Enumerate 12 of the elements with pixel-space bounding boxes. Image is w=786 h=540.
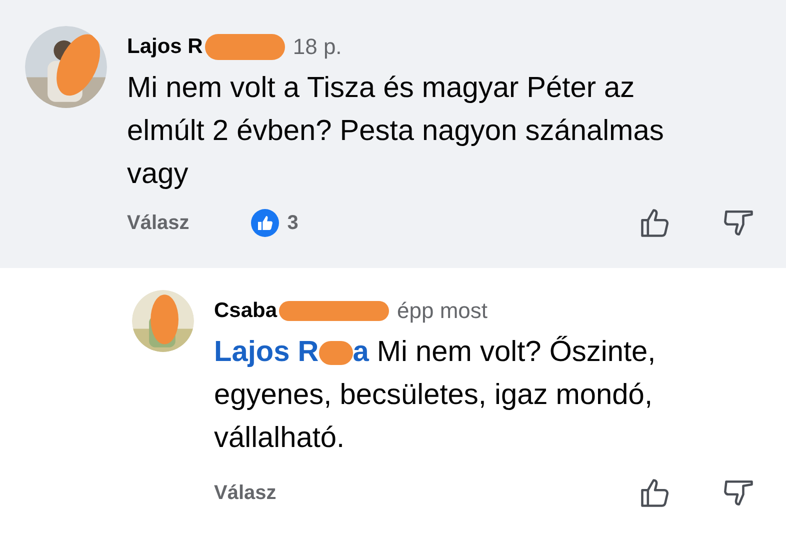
comment-time: épp most xyxy=(397,297,488,325)
author-name[interactable]: Lajos R xyxy=(127,30,203,62)
comment-time: 18 p. xyxy=(292,33,342,61)
comment-text: Mi nem volt a Tisza és magyar Péter az elmúlt 2 évben? Pesta nagyon szánalmas vagy xyxy=(127,71,665,192)
comment-text: Lajos R a Mi nem volt? Őszinte, egyenes, becsületes, igaz mondó, vállalható. xyxy=(214,334,657,456)
mention-link[interactable]: Lajos R a xyxy=(214,336,369,368)
author-name[interactable]: Csaba xyxy=(214,294,278,326)
reaction-count: 3 xyxy=(287,211,298,236)
like-reaction-icon xyxy=(251,209,280,237)
redaction-mark xyxy=(318,341,353,366)
reply-button[interactable]: Válasz xyxy=(127,208,190,238)
reply-button[interactable]: Válasz xyxy=(214,478,276,508)
